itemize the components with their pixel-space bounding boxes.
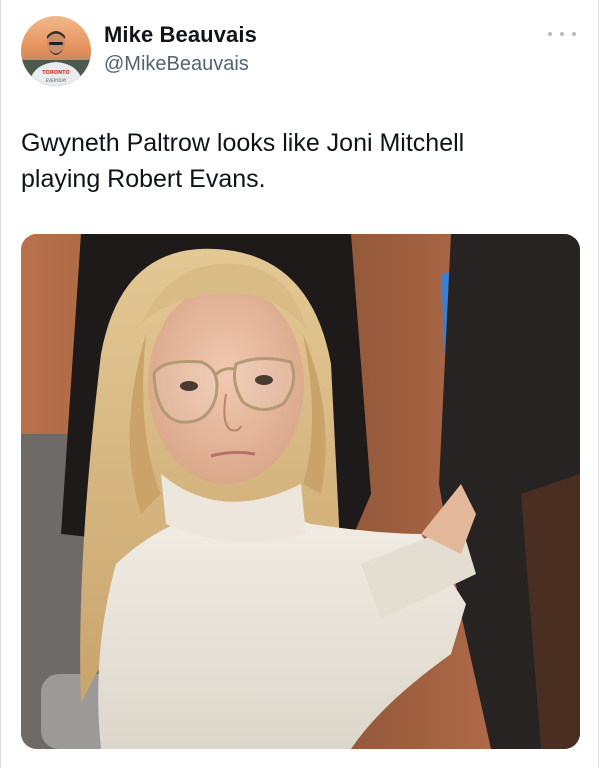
author-avatar[interactable]: TORONTO EVERYDAY [21,16,91,86]
avatar-shirt-text: TORONTO [42,70,70,76]
more-options-button[interactable] [548,26,576,42]
more-horizontal-icon-dot-2 [560,32,564,36]
tweet-text-line-2: playing Robert Evans. [21,165,266,193]
avatar-shirt-text-2: EVERYDAY [46,78,67,83]
avatar-photo: TORONTO EVERYDAY [21,16,91,86]
author-display-name[interactable]: Mike Beauvais [104,22,257,48]
tweet-text-line-1: Gwyneth Paltrow looks like Joni Mitchell [21,129,465,157]
more-horizontal-icon-dot-3 [572,32,576,36]
tweet-card[interactable]: TORONTO EVERYDAY Mike Beauvais @MikeBeau… [0,0,599,768]
tweet-text: Gwyneth Paltrow looks like Joni Mitchell… [21,125,581,197]
tweet-media-photo[interactable] [21,234,580,749]
more-horizontal-icon [548,32,552,36]
photo-woman-with-glasses [21,234,580,749]
author-handle[interactable]: @MikeBeauvais [104,53,249,76]
